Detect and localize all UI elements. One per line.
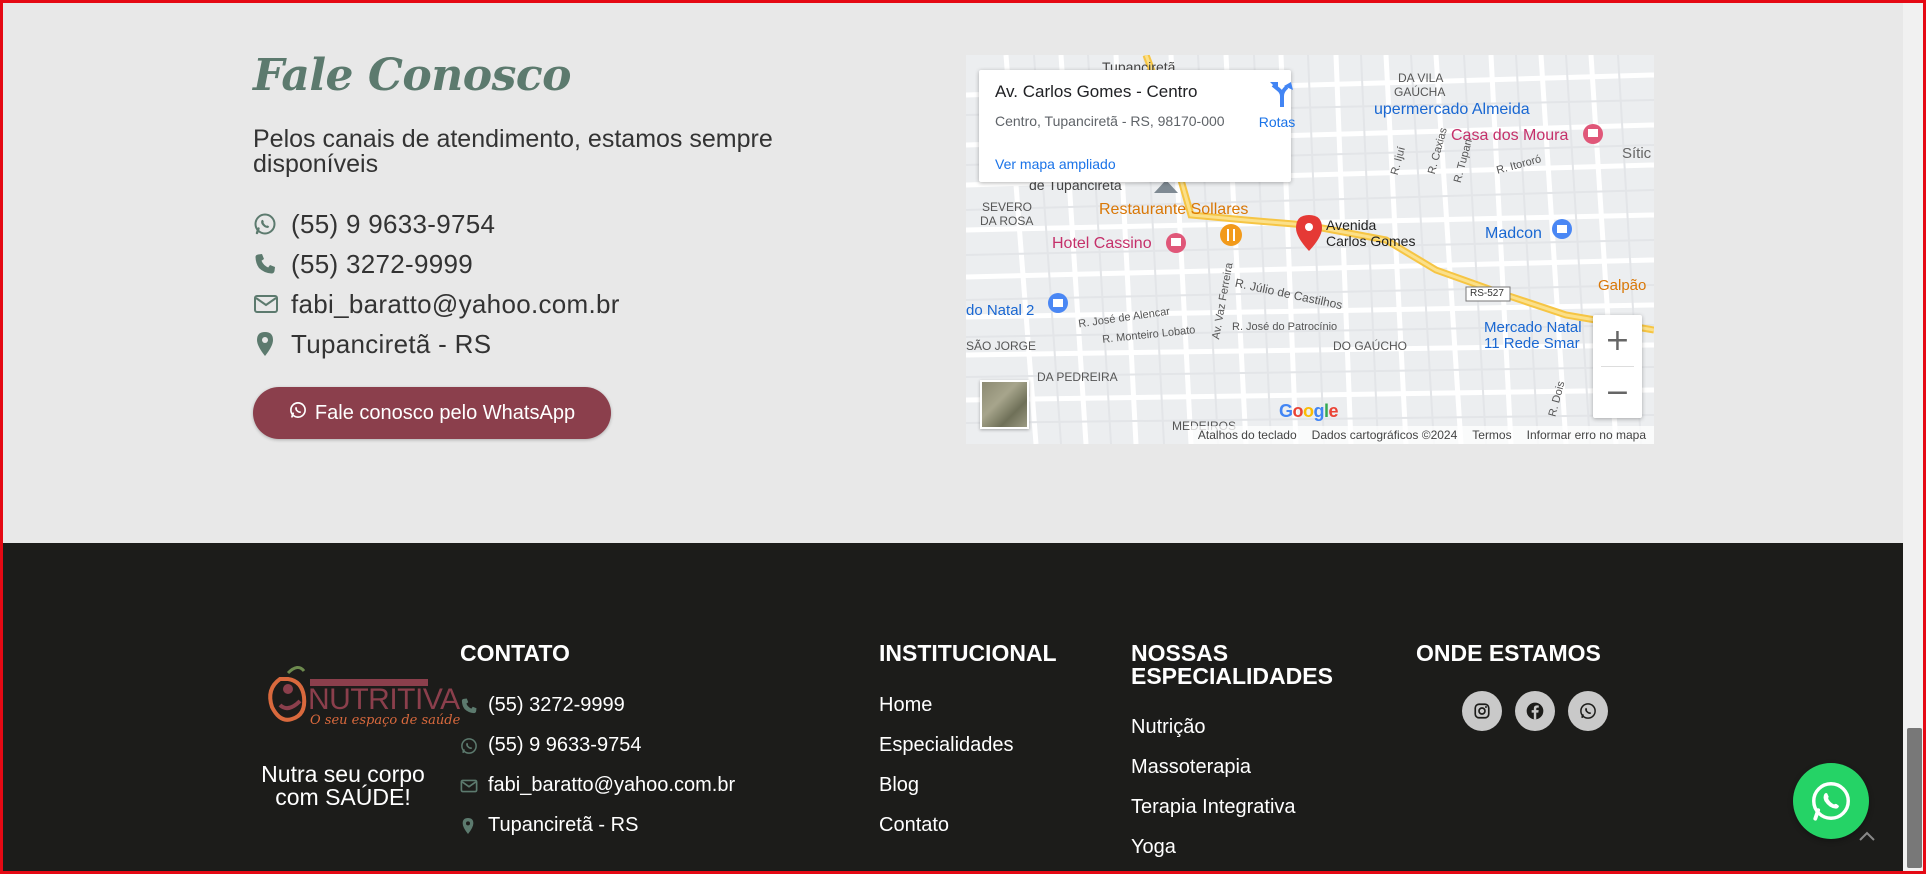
logo-tagline: O seu espaço de saúde [310, 713, 461, 728]
map-label: DO GAÚCHO [1333, 339, 1408, 353]
footer-contact-location: Tupanciretã - RS [460, 814, 638, 837]
map-zoom-controls: + − [1593, 315, 1642, 418]
logo-wordmark: NUTRITIVA [308, 683, 460, 716]
map-label: Avenida [1326, 217, 1377, 233]
embedded-map[interactable]: Tupanciretã DA VILA GAÚCHA upermercado A… [966, 55, 1654, 444]
whatsapp-icon [1812, 782, 1850, 821]
map-label: Hotel Cassino [1052, 235, 1152, 252]
contact-item-email[interactable]: fabi_baratto@yahoo.com.br [253, 284, 620, 324]
map-marker-icon [253, 330, 291, 358]
whatsapp-button-label: Fale conosco pelo WhatsApp [314, 401, 576, 424]
footer-phone-text: (55) 3272-9999 [488, 694, 625, 716]
map-label: DA VILA [1398, 71, 1444, 85]
map-label: Mercado Natal [1484, 319, 1582, 336]
facebook-icon [1526, 702, 1544, 720]
map-label: GAÚCHA [1394, 85, 1446, 99]
footer-link-terapia-integrativa[interactable]: Terapia Integrativa [1131, 796, 1296, 819]
terms-link[interactable]: Termos [1472, 428, 1511, 442]
nutritiva-logo[interactable]: NUTRITIVA O seu espaço de saúde [258, 661, 460, 731]
footer-contact-phone[interactable]: (55) 3272-9999 [460, 694, 625, 717]
contact-section: Fale Conosco Pelos canais de atendimento… [0, 0, 1903, 543]
contact-item-whatsapp[interactable]: (55) 9 9633-9754 [253, 204, 620, 244]
phone-icon [460, 697, 488, 715]
map-label: 11 Rede Smar [1484, 335, 1580, 352]
page-scrollbar[interactable] [1903, 0, 1926, 874]
footer-link-especialidades[interactable]: Especialidades [879, 734, 1014, 757]
contact-email-text: fabi_baratto@yahoo.com.br [291, 288, 620, 319]
map-label: SÃO JORGE [966, 339, 1037, 353]
page-title: Fale Conosco [253, 50, 571, 101]
whatsapp-icon [460, 737, 488, 755]
view-larger-map-link[interactable]: Ver mapa ampliado [995, 156, 1116, 172]
footer-contact-whatsapp[interactable]: (55) 9 9633-9754 [460, 734, 641, 757]
whatsapp-icon [289, 401, 307, 425]
envelope-icon [253, 290, 291, 318]
instagram-icon [1474, 703, 1490, 719]
contact-item-location: Tupanciretã - RS [253, 324, 620, 364]
whatsapp-link[interactable] [1568, 691, 1608, 731]
map-label: SEVERO [982, 200, 1033, 214]
footer-location-text: Tupanciretã - RS [488, 814, 639, 836]
site-footer: NUTRITIVA O seu espaço de saúde Nutra se… [0, 543, 1903, 874]
footer-heading-institucional: INSTITUCIONAL [879, 640, 1057, 666]
map-data-text: Dados cartográficos ©2024 [1311, 428, 1458, 442]
map-place-address: Centro, Tupanciretã - RS, 98170-000 [995, 113, 1225, 129]
map-label: Sític [1622, 145, 1652, 162]
report-error-link[interactable]: Informar erro no mapa [1527, 428, 1646, 442]
whatsapp-contact-button[interactable]: Fale conosco pelo WhatsApp [253, 387, 611, 439]
envelope-icon [460, 778, 488, 794]
footer-link-massoterapia[interactable]: Massoterapia [1131, 756, 1251, 779]
map-place-name: Av. Carlos Gomes - Centro [995, 82, 1198, 101]
map-label: do Natal 2 [966, 302, 1035, 319]
footer-link-yoga[interactable]: Yoga [1131, 836, 1176, 859]
footer-slogan: Nutra seu corpo com SAÚDE! [261, 761, 425, 810]
footer-email-text: fabi_baratto@yahoo.com.br [488, 774, 736, 796]
facebook-link[interactable] [1515, 691, 1555, 731]
footer-contact-email[interactable]: fabi_baratto@yahoo.com.br [460, 774, 735, 797]
scroll-to-top-button[interactable] [1856, 826, 1878, 848]
contact-subtitle: Pelos canais de atendimento, estamos sem… [253, 125, 773, 178]
footer-link-contato[interactable]: Contato [879, 814, 949, 837]
map-label: DA ROSA [980, 214, 1034, 228]
zoom-in-button[interactable]: + [1593, 315, 1642, 366]
footer-link-blog[interactable]: Blog [879, 774, 919, 797]
footer-heading-especialidades: NOSSAS ESPECIALIDADES [1131, 640, 1333, 689]
whatsapp-icon [253, 210, 291, 238]
map-info-card: Av. Carlos Gomes - Centro Centro, Tupanc… [979, 70, 1295, 182]
instagram-link[interactable] [1462, 691, 1502, 731]
map-label: Restaurante Sollares [1099, 201, 1249, 218]
zoom-out-button[interactable]: − [1593, 367, 1642, 418]
footer-link-home[interactable]: Home [879, 694, 932, 717]
map-label: RS-527 [1470, 288, 1504, 299]
keyboard-shortcuts-link[interactable]: Atalhos do teclado [1198, 428, 1297, 442]
footer-heading-onde-estamos: ONDE ESTAMOS [1416, 640, 1601, 666]
contact-list: (55) 9 9633-9754 (55) 3272-9999 fabi_bar… [253, 204, 620, 364]
contact-whatsapp-text: (55) 9 9633-9754 [291, 208, 496, 239]
map-marker-icon [460, 817, 488, 835]
map-label: Galpão [1598, 277, 1647, 294]
directions-button[interactable]: Rotas [1259, 80, 1302, 130]
map-label: upermercado Almeida [1374, 101, 1530, 118]
map-attribution: Atalhos do teclado Dados cartográficos ©… [1189, 426, 1654, 444]
whatsapp-icon [1580, 703, 1596, 719]
satellite-toggle[interactable] [980, 380, 1029, 429]
contact-location-text: Tupanciretã - RS [291, 328, 492, 359]
scrollbar-thumb[interactable] [1907, 728, 1922, 868]
map-label: Madcon [1485, 225, 1542, 242]
map-label: DA PEDREIRA [1037, 370, 1118, 384]
directions-label: Rotas [1258, 114, 1296, 130]
google-logo: Google [1279, 401, 1339, 421]
footer-link-nutricao[interactable]: Nutrição [1131, 716, 1205, 739]
contact-item-phone[interactable]: (55) 3272-9999 [253, 244, 620, 284]
contact-phone-text: (55) 3272-9999 [291, 248, 473, 279]
directions-icon [1270, 82, 1293, 107]
map-label: Carlos Gomes [1326, 233, 1416, 249]
footer-whatsapp-text: (55) 9 9633-9754 [488, 734, 642, 756]
phone-icon [253, 250, 291, 278]
map-label: R. José do Patrocínio [1232, 321, 1338, 333]
chevron-up-icon [1859, 831, 1875, 841]
footer-heading-contato: CONTATO [460, 640, 570, 666]
